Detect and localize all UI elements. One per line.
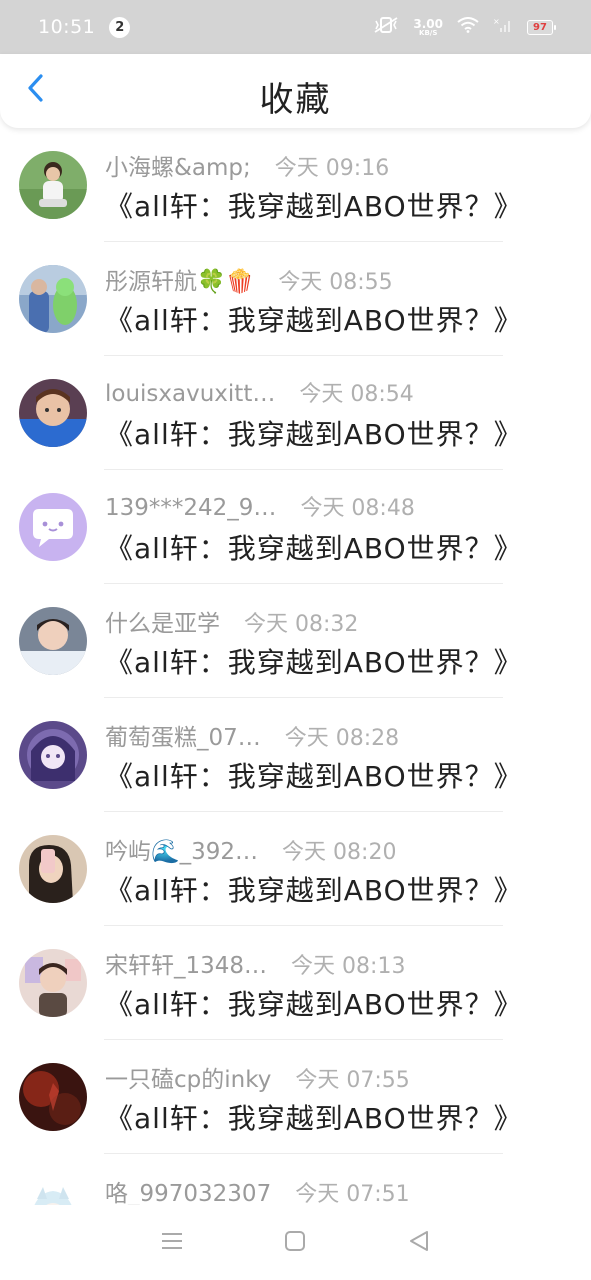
book-title[interactable]: 《all轩：我穿越到ABO世界？》 (105, 755, 523, 795)
username: louisxavuxitt… (105, 381, 276, 407)
status-icons: 3.00 KB/S × 97 (373, 16, 556, 38)
avatar (19, 721, 87, 789)
list-item[interactable]: 宋轩轩_1348… 今天 08:13 《all轩：我穿越到ABO世界？》 (0, 926, 591, 1040)
svg-text:×: × (493, 17, 500, 26)
book-title[interactable]: 《all轩：我穿越到ABO世界？》 (105, 299, 523, 339)
timestamp: 今天 07:55 (295, 1068, 410, 1093)
network-speed-unit: KB/S (419, 28, 438, 37)
list-item[interactable]: louisxavuxitt… 今天 08:54 《all轩：我穿越到ABO世界？… (0, 356, 591, 470)
list-item[interactable]: 吟屿🌊_392… 今天 08:20 《all轩：我穿越到ABO世界？》 (0, 812, 591, 926)
status-bar: 10:51 2 3.00 KB/S × 97 (0, 0, 591, 54)
username: 彤源轩航🍀🍿 (105, 269, 255, 295)
item-meta: 吟屿🌊_392… 今天 08:20 (105, 832, 396, 866)
timestamp: 今天 08:55 (278, 270, 393, 295)
triangle-back-icon (408, 1230, 430, 1256)
item-meta: 宋轩轩_1348… 今天 08:13 (105, 946, 405, 980)
username: 什么是亚学 (105, 611, 220, 637)
item-meta: 什么是亚学 今天 08:32 (105, 604, 358, 638)
book-title[interactable]: 《all轩：我穿越到ABO世界？》 (105, 185, 523, 225)
item-meta: 小海螺&amp; 今天 09:16 (105, 148, 389, 182)
book-title[interactable]: 《all轩：我穿越到ABO世界？》 (105, 1097, 523, 1137)
avatar (19, 379, 87, 447)
username: 葡萄蛋糕_07… (105, 725, 261, 751)
list-item[interactable]: 一只磕cp的inky 今天 07:55 《all轩：我穿越到ABO世界？》 (0, 1040, 591, 1154)
menu-icon (160, 1231, 184, 1255)
battery-level: 97 (533, 21, 547, 33)
avatar (19, 1063, 87, 1131)
list-item[interactable]: 139***242_9… 今天 08:48 《all轩：我穿越到ABO世界？》 (0, 470, 591, 584)
favorites-list: 小海螺&amp; 今天 09:16 《all轩：我穿越到ABO世界？》 彤源轩航… (0, 128, 591, 1205)
avatar (19, 835, 87, 903)
wifi-icon (457, 17, 479, 37)
avatar (19, 607, 87, 675)
username: 139***242_9… (105, 495, 277, 521)
item-meta: 葡萄蛋糕_07… 今天 08:28 (105, 718, 399, 752)
username: 宋轩轩_1348… (105, 953, 268, 979)
book-title[interactable]: 《all轩：我穿越到ABO世界？》 (105, 641, 523, 681)
signal-icon: × (493, 17, 513, 37)
list-item[interactable]: 咯_997032307 今天 07:51 (0, 1154, 591, 1205)
list-item[interactable]: 小海螺&amp; 今天 09:16 《all轩：我穿越到ABO世界？》 (0, 128, 591, 242)
username: 吟屿🌊_392… (105, 839, 259, 865)
home-button[interactable] (275, 1223, 315, 1263)
menu-button[interactable] (152, 1223, 192, 1263)
book-title[interactable]: 《all轩：我穿越到ABO世界？》 (105, 869, 523, 909)
item-meta: 咯_997032307 今天 07:51 (105, 1174, 410, 1205)
list-item[interactable]: 葡萄蛋糕_07… 今天 08:28 《all轩：我穿越到ABO世界？》 (0, 698, 591, 812)
timestamp: 今天 08:54 (299, 382, 414, 407)
header: 收藏 (0, 54, 591, 128)
vibrate-off-icon (373, 16, 399, 38)
timestamp: 今天 08:13 (291, 954, 406, 979)
avatar (19, 151, 87, 219)
timestamp: 今天 08:32 (244, 612, 359, 637)
notification-badge: 2 (109, 16, 131, 38)
avatar (19, 493, 87, 561)
item-meta: 彤源轩航🍀🍿 今天 08:55 (105, 262, 393, 296)
username: 一只磕cp的inky (105, 1067, 272, 1093)
home-square-icon (284, 1230, 306, 1256)
network-speed: 3.00 KB/S (413, 18, 443, 37)
avatar (19, 1177, 87, 1205)
back-nav-button[interactable] (399, 1223, 439, 1263)
username: 小海螺&amp; (105, 155, 251, 181)
book-title[interactable]: 《all轩：我穿越到ABO世界？》 (105, 983, 523, 1023)
book-title[interactable]: 《all轩：我穿越到ABO世界？》 (105, 413, 523, 453)
page-title: 收藏 (259, 80, 332, 120)
item-meta: 一只磕cp的inky 今天 07:55 (105, 1060, 410, 1094)
list-item[interactable]: 什么是亚学 今天 08:32 《all轩：我穿越到ABO世界？》 (0, 584, 591, 698)
timestamp: 今天 07:51 (295, 1182, 410, 1205)
book-title[interactable]: 《all轩：我穿越到ABO世界？》 (105, 527, 523, 567)
timestamp: 今天 09:16 (274, 156, 390, 181)
avatar (19, 949, 87, 1017)
username: 咯_997032307 (105, 1181, 272, 1205)
avatar (19, 265, 87, 333)
system-nav-bar (0, 1205, 591, 1280)
status-time: 10:51 (38, 16, 96, 38)
battery-icon: 97 (527, 19, 556, 35)
network-speed-value: 3.00 (413, 16, 443, 31)
timestamp: 今天 08:28 (284, 726, 400, 751)
timestamp: 今天 08:20 (282, 840, 397, 865)
item-meta: louisxavuxitt… 今天 08:54 (105, 376, 414, 408)
list-item[interactable]: 彤源轩航🍀🍿 今天 08:55 《all轩：我穿越到ABO世界？》 (0, 242, 591, 356)
item-meta: 139***242_9… 今天 08:48 (105, 490, 415, 522)
timestamp: 今天 08:48 (300, 496, 415, 521)
